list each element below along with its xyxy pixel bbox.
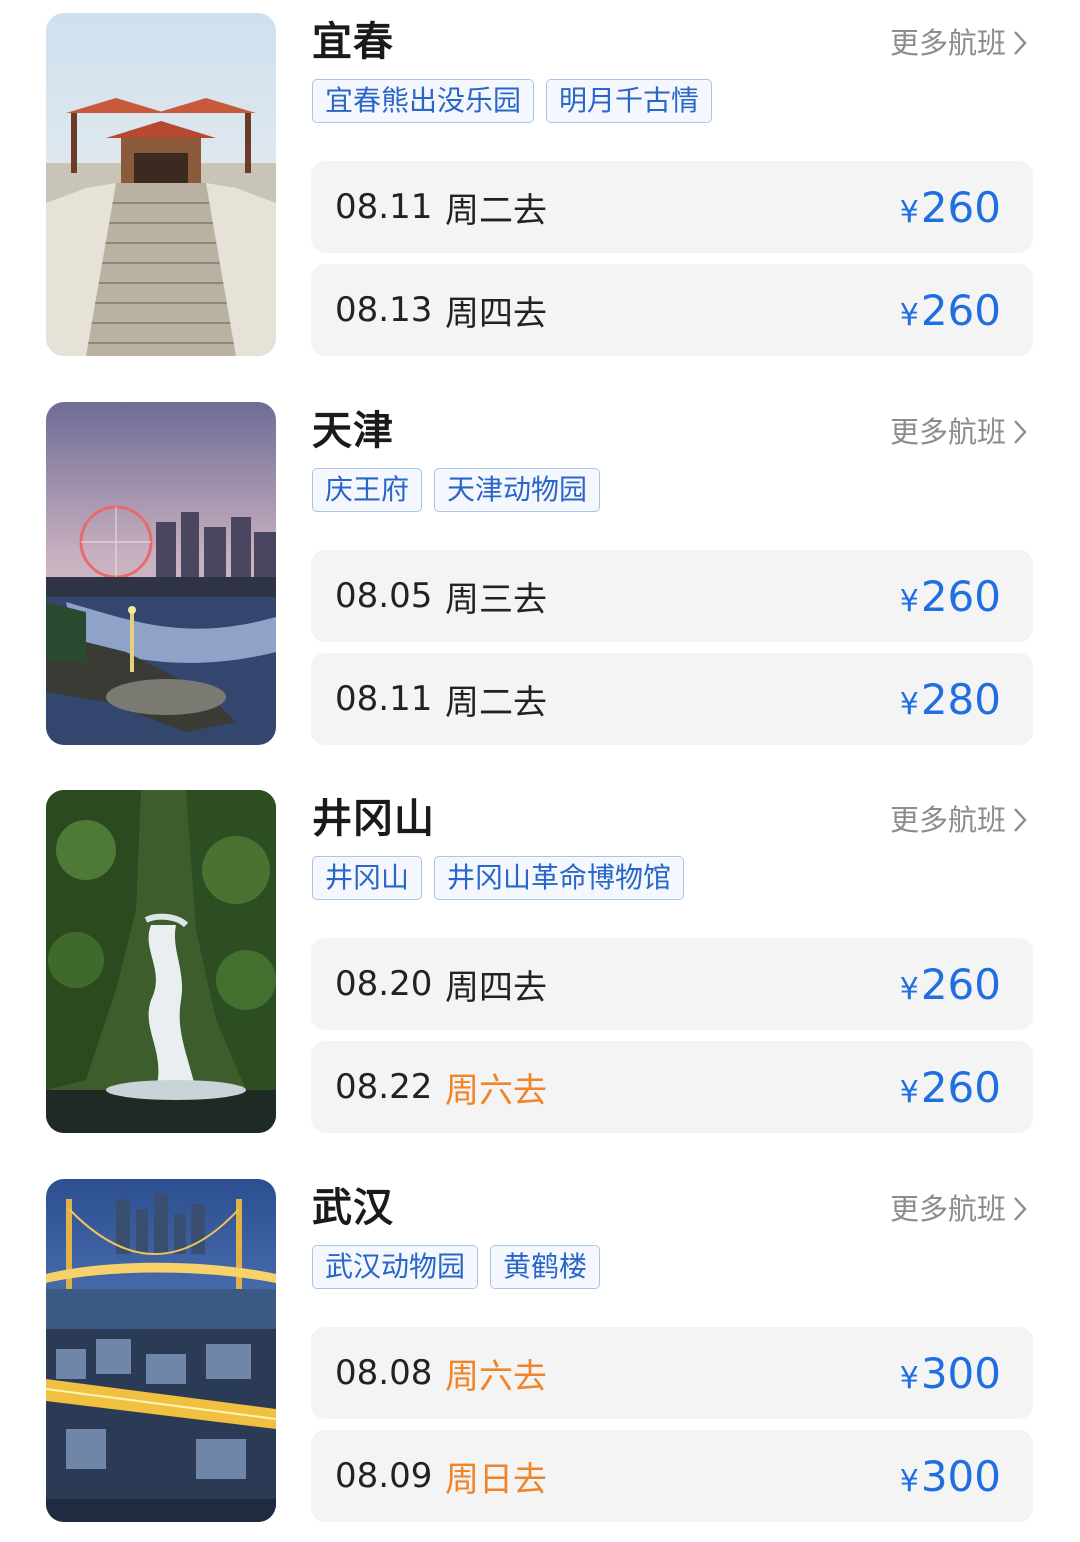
flight-option[interactable]: 08.08 周六去 ¥300 <box>311 1327 1033 1419</box>
attraction-tag[interactable]: 明月千古情 <box>546 79 713 123</box>
chevron-right-icon <box>1014 1197 1027 1221</box>
flight-date: 08.11 <box>335 187 433 227</box>
city-name: 天津 <box>312 408 394 454</box>
flight-date: 08.11 <box>335 679 433 719</box>
destination-card-wuhan[interactable]: 武汉 更多航班 武汉动物园 黄鹤楼 08.08 周六去 ¥300 08.09 周… <box>0 1179 1080 1524</box>
destination-card-tianjin[interactable]: 天津 更多航班 庆王府 天津动物园 08.05 周三去 ¥260 08.11 周… <box>0 402 1080 747</box>
flight-date: 08.13 <box>335 290 433 330</box>
more-flights-link[interactable]: 更多航班 <box>890 1191 1028 1227</box>
flight-date: 08.08 <box>335 1353 433 1393</box>
destination-image[interactable] <box>46 13 276 356</box>
attraction-tag[interactable]: 武汉动物园 <box>312 1245 479 1289</box>
flight-price: ¥260 <box>900 572 1001 621</box>
flight-price: ¥260 <box>900 183 1001 232</box>
price-value: 300 <box>920 1451 1001 1501</box>
more-flights-label: 更多航班 <box>889 415 1006 449</box>
destination-image[interactable] <box>46 402 276 745</box>
flight-weekday: 周四去 <box>445 293 547 334</box>
more-flights-link[interactable]: 更多航班 <box>890 802 1028 838</box>
attraction-tags: 武汉动物园 黄鹤楼 <box>312 1245 601 1289</box>
more-flights-label: 更多航班 <box>889 26 1006 60</box>
chevron-right-icon <box>1014 420 1027 444</box>
flight-price: ¥300 <box>900 1349 1001 1398</box>
price-value: 300 <box>920 1348 1001 1398</box>
currency-symbol: ¥ <box>899 1074 919 1110</box>
chevron-right-icon <box>1014 808 1027 832</box>
flight-option[interactable]: 08.13 周四去 ¥260 <box>311 264 1033 356</box>
bridge-night-photo <box>46 1179 276 1522</box>
flight-weekday: 周四去 <box>445 967 547 1008</box>
flight-date: 08.20 <box>335 964 433 1004</box>
flight-weekday: 周六去 <box>445 1070 547 1111</box>
city-name: 宜春 <box>312 19 394 65</box>
attraction-tag[interactable]: 井冈山革命博物馆 <box>434 856 685 900</box>
attraction-tag[interactable]: 黄鹤楼 <box>490 1245 601 1289</box>
currency-symbol: ¥ <box>899 297 919 333</box>
more-flights-link[interactable]: 更多航班 <box>890 25 1028 61</box>
more-flights-label: 更多航班 <box>889 803 1006 837</box>
attraction-tags: 庆王府 天津动物园 <box>312 468 601 512</box>
currency-symbol: ¥ <box>899 1463 919 1499</box>
flight-weekday: 周日去 <box>445 1459 547 1500</box>
flight-price: ¥300 <box>900 1452 1001 1501</box>
pavilion-photo <box>46 13 276 356</box>
destination-image[interactable] <box>46 790 276 1133</box>
flight-price: ¥260 <box>900 960 1001 1009</box>
currency-symbol: ¥ <box>899 686 919 722</box>
currency-symbol: ¥ <box>899 583 919 619</box>
flight-weekday: 周三去 <box>445 579 547 620</box>
ferris-wheel-photo <box>46 402 276 745</box>
attraction-tag[interactable]: 宜春熊出没乐园 <box>312 79 535 123</box>
price-value: 280 <box>920 674 1001 724</box>
city-name: 井冈山 <box>312 796 435 842</box>
flight-option[interactable]: 08.20 周四去 ¥260 <box>311 938 1033 1030</box>
price-value: 260 <box>920 285 1001 335</box>
flight-date: 08.05 <box>335 576 433 616</box>
currency-symbol: ¥ <box>899 1360 919 1396</box>
flight-option[interactable]: 08.22 周六去 ¥260 <box>311 1041 1033 1133</box>
more-flights-label: 更多航班 <box>889 1192 1006 1226</box>
flight-price: ¥280 <box>900 675 1001 724</box>
destination-image[interactable] <box>46 1179 276 1522</box>
flight-weekday: 周二去 <box>445 190 547 231</box>
flight-date: 08.09 <box>335 1456 433 1496</box>
attraction-tag[interactable]: 天津动物园 <box>434 468 601 512</box>
flight-price: ¥260 <box>900 286 1001 335</box>
flight-option[interactable]: 08.11 周二去 ¥260 <box>311 161 1033 253</box>
waterfall-photo <box>46 790 276 1133</box>
price-value: 260 <box>920 959 1001 1009</box>
flight-weekday: 周二去 <box>445 682 547 723</box>
price-value: 260 <box>920 1062 1001 1112</box>
price-value: 260 <box>920 182 1001 232</box>
attraction-tags: 井冈山 井冈山革命博物馆 <box>312 856 685 900</box>
flight-option[interactable]: 08.11 周二去 ¥280 <box>311 653 1033 745</box>
currency-symbol: ¥ <box>899 194 919 230</box>
attraction-tag[interactable]: 井冈山 <box>312 856 423 900</box>
destination-card-jinggangshan[interactable]: 井冈山 更多航班 井冈山 井冈山革命博物馆 08.20 周四去 ¥260 08.… <box>0 790 1080 1135</box>
flight-option[interactable]: 08.09 周日去 ¥300 <box>311 1430 1033 1522</box>
flight-price: ¥260 <box>900 1063 1001 1112</box>
flight-option[interactable]: 08.05 周三去 ¥260 <box>311 550 1033 642</box>
price-value: 260 <box>920 571 1001 621</box>
flight-date: 08.22 <box>335 1067 433 1107</box>
flight-weekday: 周六去 <box>445 1356 547 1397</box>
currency-symbol: ¥ <box>899 971 919 1007</box>
city-name: 武汉 <box>312 1185 394 1231</box>
chevron-right-icon <box>1014 31 1027 55</box>
more-flights-link[interactable]: 更多航班 <box>890 414 1028 450</box>
attraction-tag[interactable]: 庆王府 <box>312 468 423 512</box>
attraction-tags: 宜春熊出没乐园 明月千古情 <box>312 79 713 123</box>
destination-card-yichun[interactable]: 宜春 更多航班 宜春熊出没乐园 明月千古情 08.11 周二去 ¥260 08.… <box>0 13 1080 358</box>
